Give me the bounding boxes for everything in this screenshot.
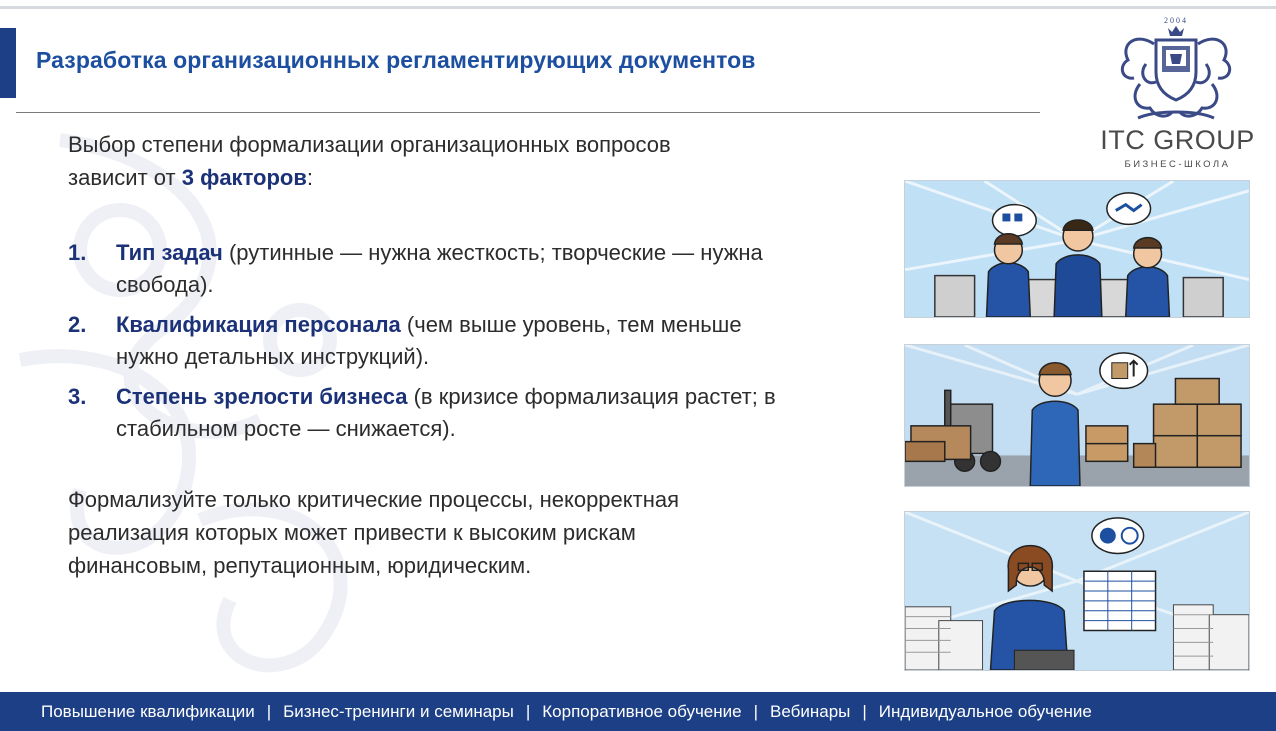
warehouse-illustration — [904, 344, 1250, 487]
footer-item-trainings[interactable]: Бизнес-тренинги и семинары — [283, 702, 514, 722]
factor-heading: Квалификация персонала — [116, 312, 401, 337]
meeting-illustration — [904, 180, 1250, 318]
footer-item-individual[interactable]: Индивидуальное обучение — [879, 702, 1092, 722]
intro-text: Выбор степени формализации организационн… — [68, 132, 671, 190]
footer-separator: | — [862, 701, 867, 721]
footer-separator: | — [753, 701, 759, 721]
factor-heading: Тип задач — [116, 240, 223, 265]
itc-group-logo: 2004 ITC GROUP БИЗНЕС-ШКОЛА — [1090, 14, 1265, 174]
crest-icon: 2004 — [1120, 16, 1232, 120]
outro-paragraph: Формализуйте только критические процессы… — [68, 487, 680, 578]
footer-separator: | — [525, 701, 531, 721]
footer-item-webinars[interactable]: Вебинары — [770, 702, 850, 722]
intro-emphasis: 3 факторов — [181, 165, 307, 190]
footer-item-qualification[interactable]: Повышение квалификации — [41, 702, 255, 722]
factor-item: 2. Квалификация персонала (чем выше урове… — [68, 309, 808, 373]
intro-tail: : — [306, 165, 314, 190]
title-underline — [16, 112, 1040, 113]
title-accent-bar — [0, 28, 16, 98]
factors-list: 1. Тип задач (рутинные — нужна жесткость;… — [68, 237, 808, 453]
factor-item: 1. Тип задач (рутинные — нужна жесткость;… — [68, 237, 808, 301]
footer-nav: Повышение квалификации | Бизнес-тренинги… — [41, 692, 1092, 731]
factor-number: 3. — [68, 384, 87, 409]
accountant-illustration — [904, 511, 1250, 671]
footer-separator: | — [266, 701, 272, 721]
footer-bar: Повышение квалификации | Бизнес-тренинги… — [0, 692, 1276, 731]
logo-name: ITC GROUP — [1100, 125, 1255, 155]
page-title: Разработка организационных регламентирую… — [36, 47, 756, 73]
footer-item-corporate[interactable]: Корпоративное обучение — [542, 702, 741, 722]
factor-number: 2. — [68, 312, 87, 337]
logo-subtitle: БИЗНЕС-ШКОЛА — [1124, 159, 1231, 170]
logo-year: 2004 — [1164, 16, 1188, 25]
top-divider — [0, 6, 1276, 9]
factor-item: 3. Степень зрелости бизнеса (в кризисе фо… — [68, 381, 808, 445]
factor-number: 1. — [68, 240, 87, 265]
intro-paragraph: Выбор степени формализации организационн… — [68, 128, 748, 194]
factor-heading: Степень зрелости бизнеса — [116, 384, 408, 409]
